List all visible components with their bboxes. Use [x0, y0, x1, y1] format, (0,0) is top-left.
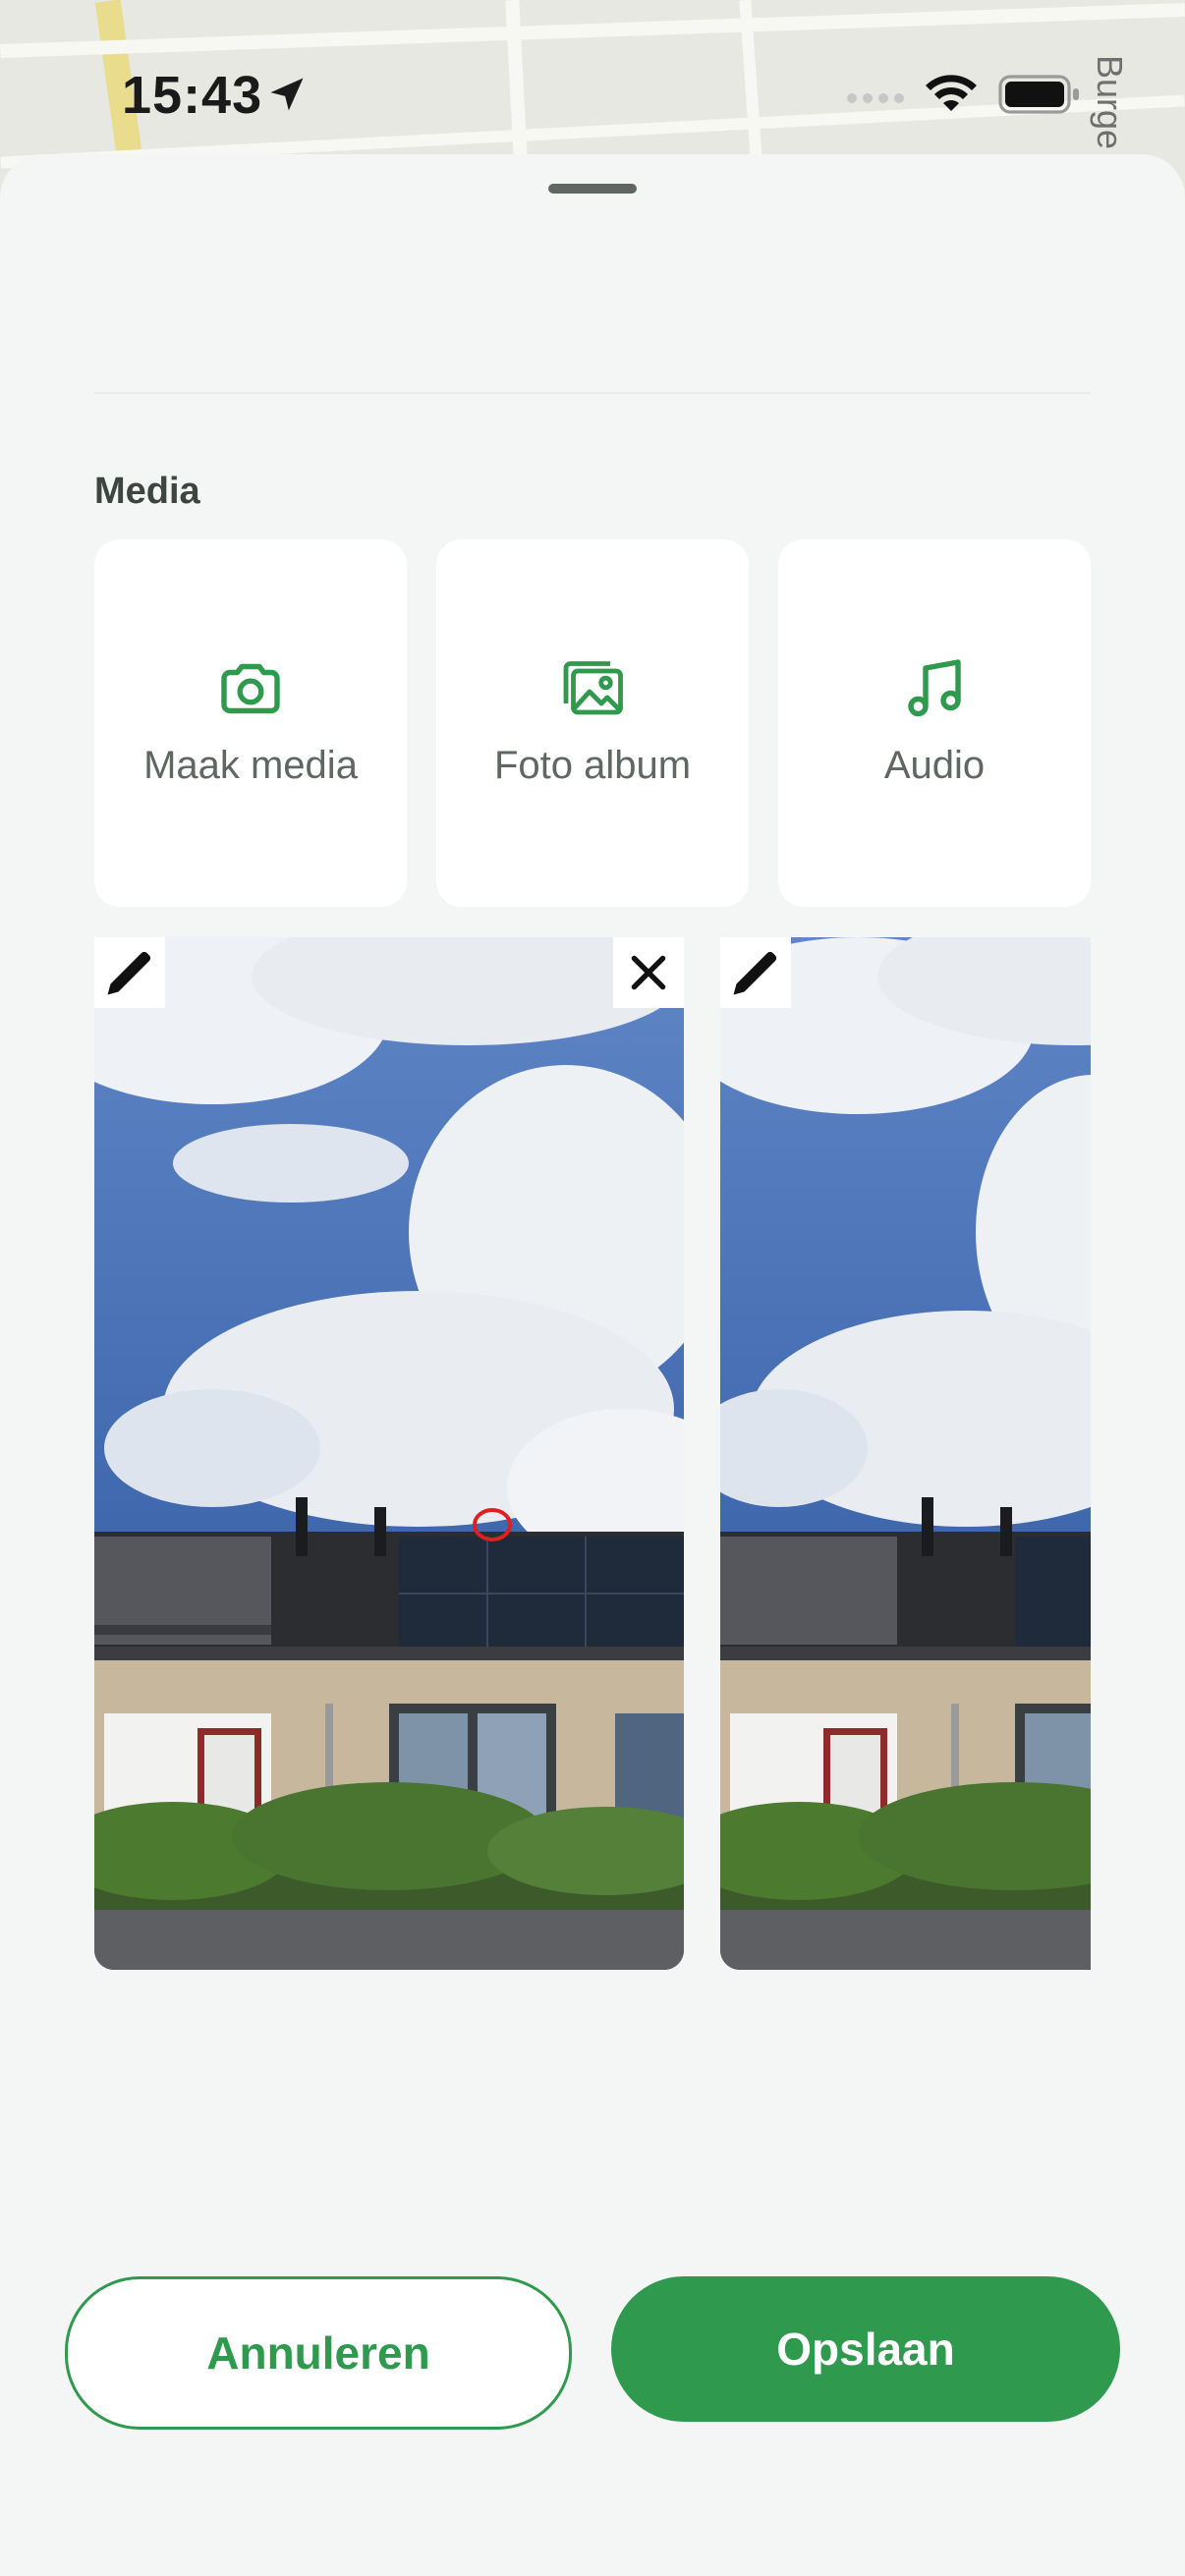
cancel-button-label: Annuleren — [206, 2327, 430, 2379]
cellular-signal-icon — [847, 90, 910, 108]
status-bar: 15:43 — [0, 0, 1185, 157]
wifi-icon — [926, 75, 977, 111]
photo-album-icon — [563, 661, 623, 715]
media-sheet: Media Maak media Foto album Audio Annule… — [0, 154, 1185, 2576]
house-roof-photo — [94, 937, 684, 1970]
media-photo[interactable] — [720, 937, 1091, 1970]
remove-photo-button[interactable] — [613, 937, 684, 1008]
save-button[interactable]: Opslaan — [611, 2276, 1120, 2422]
status-time: 15:43 — [122, 66, 263, 125]
media-section-title: Media — [94, 471, 200, 512]
cancel-button[interactable]: Annuleren — [65, 2276, 572, 2430]
edit-photo-button[interactable] — [720, 937, 791, 1008]
save-button-label: Opslaan — [776, 2324, 955, 2375]
music-note-icon — [908, 659, 961, 717]
section-divider — [94, 392, 1091, 394]
pencil-icon — [733, 951, 777, 995]
media-photo[interactable] — [94, 937, 684, 1970]
camera-icon — [221, 663, 280, 714]
location-arrow-icon — [270, 78, 304, 111]
close-icon — [631, 955, 666, 990]
edit-photo-button[interactable] — [94, 937, 165, 1008]
pencil-icon — [107, 951, 151, 995]
house-roof-photo — [720, 937, 1091, 1970]
sheet-grabber[interactable] — [548, 184, 637, 194]
photo-album-button[interactable]: Foto album — [436, 539, 749, 907]
take-media-button[interactable]: Maak media — [94, 539, 407, 907]
photo-album-label: Foto album — [493, 744, 692, 787]
audio-button[interactable]: Audio — [778, 539, 1091, 907]
battery-icon — [998, 75, 1079, 114]
take-media-label: Maak media — [143, 744, 358, 787]
audio-label: Audio — [883, 744, 986, 787]
